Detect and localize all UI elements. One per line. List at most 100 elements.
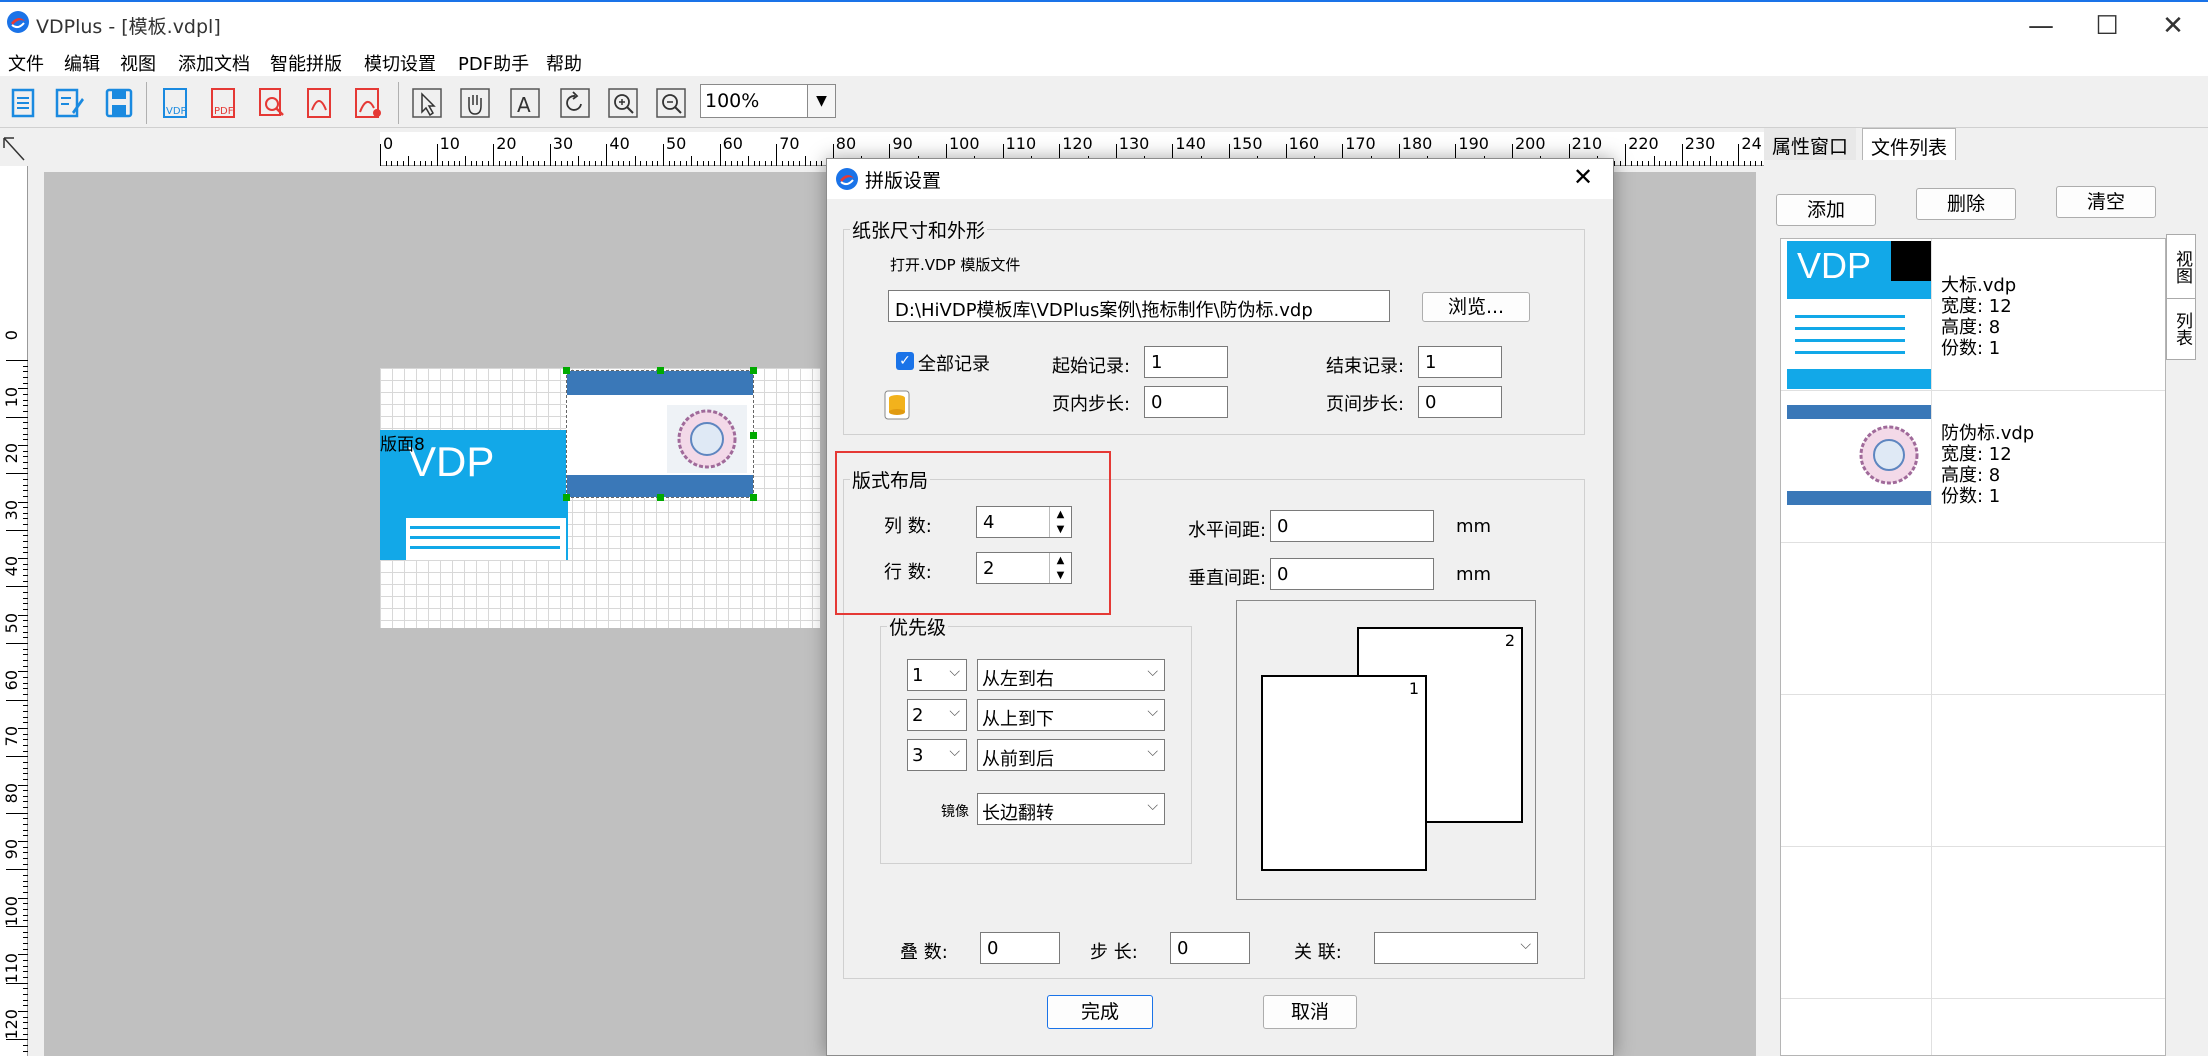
ruler-label: 150 [1232, 134, 1263, 153]
ruler-label: 50 [2, 613, 21, 634]
seal-icon [677, 409, 737, 469]
pdf-merge-icon[interactable] [300, 84, 338, 122]
clear-files-button[interactable]: 清空 [2056, 186, 2156, 218]
menu-pdf-helper[interactable]: PDF助手 [458, 50, 529, 76]
dialog-close-icon[interactable]: ✕ [1573, 163, 1593, 191]
ruler-label: 80 [2, 782, 21, 804]
select-pointer-icon[interactable] [408, 84, 446, 122]
ruler-minor-tick [23, 733, 28, 735]
ruler-minor-tick [578, 156, 580, 166]
cancel-button[interactable]: 取消 [1263, 995, 1357, 1029]
step-input[interactable]: 0 [1170, 932, 1250, 964]
ruler-minor-tick [781, 161, 783, 166]
start-record-input[interactable]: 1 [1144, 346, 1228, 378]
add-file-button[interactable]: 添加 [1776, 194, 1876, 226]
zoom-combobox[interactable]: 100% ▼ [700, 84, 836, 118]
side-tab-list[interactable]: 列表 [2166, 298, 2196, 360]
paper-group: 纸张尺寸和外形 打开.VDP 模版文件 D:\HiVDP模板库\VDPlus案例… [843, 216, 1585, 435]
database-icon[interactable] [884, 390, 910, 420]
ruler-minor-tick [430, 161, 432, 166]
ruler-origin-icon[interactable] [0, 132, 28, 166]
menu-smart-imposition[interactable]: 智能拼版 [270, 50, 342, 76]
pdf-tools-icon[interactable] [348, 84, 386, 122]
in-page-step-input[interactable]: 0 [1144, 386, 1228, 418]
menu-edit[interactable]: 编辑 [64, 50, 100, 76]
menu-die-cut-settings[interactable]: 模切设置 [364, 50, 436, 76]
ruler-tick [1681, 144, 1683, 166]
menu-help[interactable]: 帮助 [546, 50, 582, 76]
ruler-label: 90 [2, 839, 21, 860]
ruler-minor-tick [23, 1033, 28, 1035]
ruler-minor-tick [668, 161, 670, 166]
file-list[interactable]: VDP 大标.vdp 宽度: 12 高度: 8 份数: 1 防伪标.vdp 宽度… [1780, 238, 2166, 1056]
zoom-out-icon[interactable] [652, 84, 690, 122]
browse-button[interactable]: 浏览... [1422, 292, 1530, 322]
list-item[interactable]: VDP 大标.vdp 宽度: 12 高度: 8 份数: 1 [1781, 239, 2165, 391]
pdf-search-icon[interactable] [252, 84, 290, 122]
stack-count-input[interactable]: 0 [980, 932, 1060, 964]
ruler-minor-tick [23, 399, 28, 401]
priority-3-direction-select[interactable]: 从前到后 ⌵ [977, 739, 1165, 771]
side-tab-view[interactable]: 视图 [2166, 234, 2196, 300]
menu-view[interactable]: 视图 [120, 50, 156, 76]
ruler-label: 40 [609, 134, 630, 153]
ruler-minor-tick [23, 999, 28, 1001]
all-records-checkbox[interactable]: ✓ [896, 352, 914, 370]
tab-file-list[interactable]: 文件列表 [1862, 128, 1957, 160]
ruler-minor-tick [23, 716, 28, 718]
between-page-step-input[interactable]: 0 [1418, 386, 1502, 418]
menu-file[interactable]: 文件 [8, 50, 44, 76]
delete-file-button[interactable]: 删除 [1916, 188, 2016, 220]
ruler-minor-tick [691, 156, 693, 166]
new-doc-icon[interactable] [4, 84, 42, 122]
ruler-minor-tick [23, 1027, 28, 1029]
list-item[interactable]: 防伪标.vdp 宽度: 12 高度: 8 份数: 1 [1781, 391, 2165, 543]
menu-add-document[interactable]: 添加文档 [178, 50, 250, 76]
file-width: 宽度: 12 [1941, 296, 2012, 317]
list-item-empty [1781, 695, 2165, 847]
ruler-minor-tick [1727, 161, 1729, 166]
ruler-minor-tick [23, 609, 28, 611]
ruler-minor-tick [459, 161, 461, 166]
ruler-minor-tick [23, 524, 28, 526]
chevron-down-icon[interactable]: ▼ [807, 85, 835, 117]
end-record-input[interactable]: 1 [1418, 346, 1502, 378]
ruler-minor-tick [23, 376, 28, 378]
vdp-export-icon[interactable]: VDP [156, 84, 194, 122]
priority-1-direction-select[interactable]: 从左到右 ⌵ [977, 659, 1165, 691]
text-tool-icon[interactable]: A [506, 84, 544, 122]
ruler-minor-tick [23, 682, 28, 684]
ruler-minor-tick [1715, 161, 1717, 166]
priority-2-direction-select[interactable]: 从上到下 ⌵ [977, 699, 1165, 731]
minimize-button[interactable]: — [2012, 6, 2070, 46]
mirror-select[interactable]: 长边翻转 ⌵ [977, 793, 1165, 825]
ruler-minor-tick [1653, 156, 1655, 166]
pdf-export-icon[interactable]: PDF [204, 84, 242, 122]
maximize-button[interactable]: ☐ [2078, 6, 2136, 46]
template-path-input[interactable]: D:\HiVDP模板库\VDPlus案例\拖标制作\防伪标.vdp [888, 290, 1390, 322]
close-button[interactable]: ✕ [2144, 6, 2202, 46]
priority-2-number-select[interactable]: 2 ⌵ [907, 699, 967, 731]
ruler-minor-tick [23, 563, 28, 565]
priority-3-number-select[interactable]: 3 ⌵ [907, 739, 967, 771]
rotate-icon[interactable] [556, 84, 594, 122]
zoom-in-icon[interactable] [604, 84, 642, 122]
ruler-minor-tick [561, 161, 563, 166]
ruler-minor-tick [1698, 161, 1700, 166]
horizontal-gap-input[interactable]: 0 [1270, 510, 1434, 542]
ruler-minor-tick [510, 161, 512, 166]
anti-counterfeit-label-thumbnail[interactable] [566, 370, 754, 498]
save-icon[interactable] [100, 84, 138, 122]
pan-hand-icon[interactable] [456, 84, 494, 122]
link-select[interactable]: ⌵ [1374, 932, 1538, 964]
chevron-down-icon: ⌵ [949, 704, 960, 720]
tab-properties[interactable]: 属性窗口 [1764, 128, 1857, 160]
ruler-minor-tick [23, 478, 28, 480]
ruler-minor-tick [23, 801, 28, 803]
finish-button[interactable]: 完成 [1047, 995, 1153, 1029]
edit-doc-icon[interactable] [50, 84, 88, 122]
ruler-minor-tick [23, 778, 28, 780]
priority-1-number-select[interactable]: 1 ⌵ [907, 659, 967, 691]
vertical-gap-input[interactable]: 0 [1270, 558, 1434, 590]
ruler-minor-tick [595, 161, 597, 166]
